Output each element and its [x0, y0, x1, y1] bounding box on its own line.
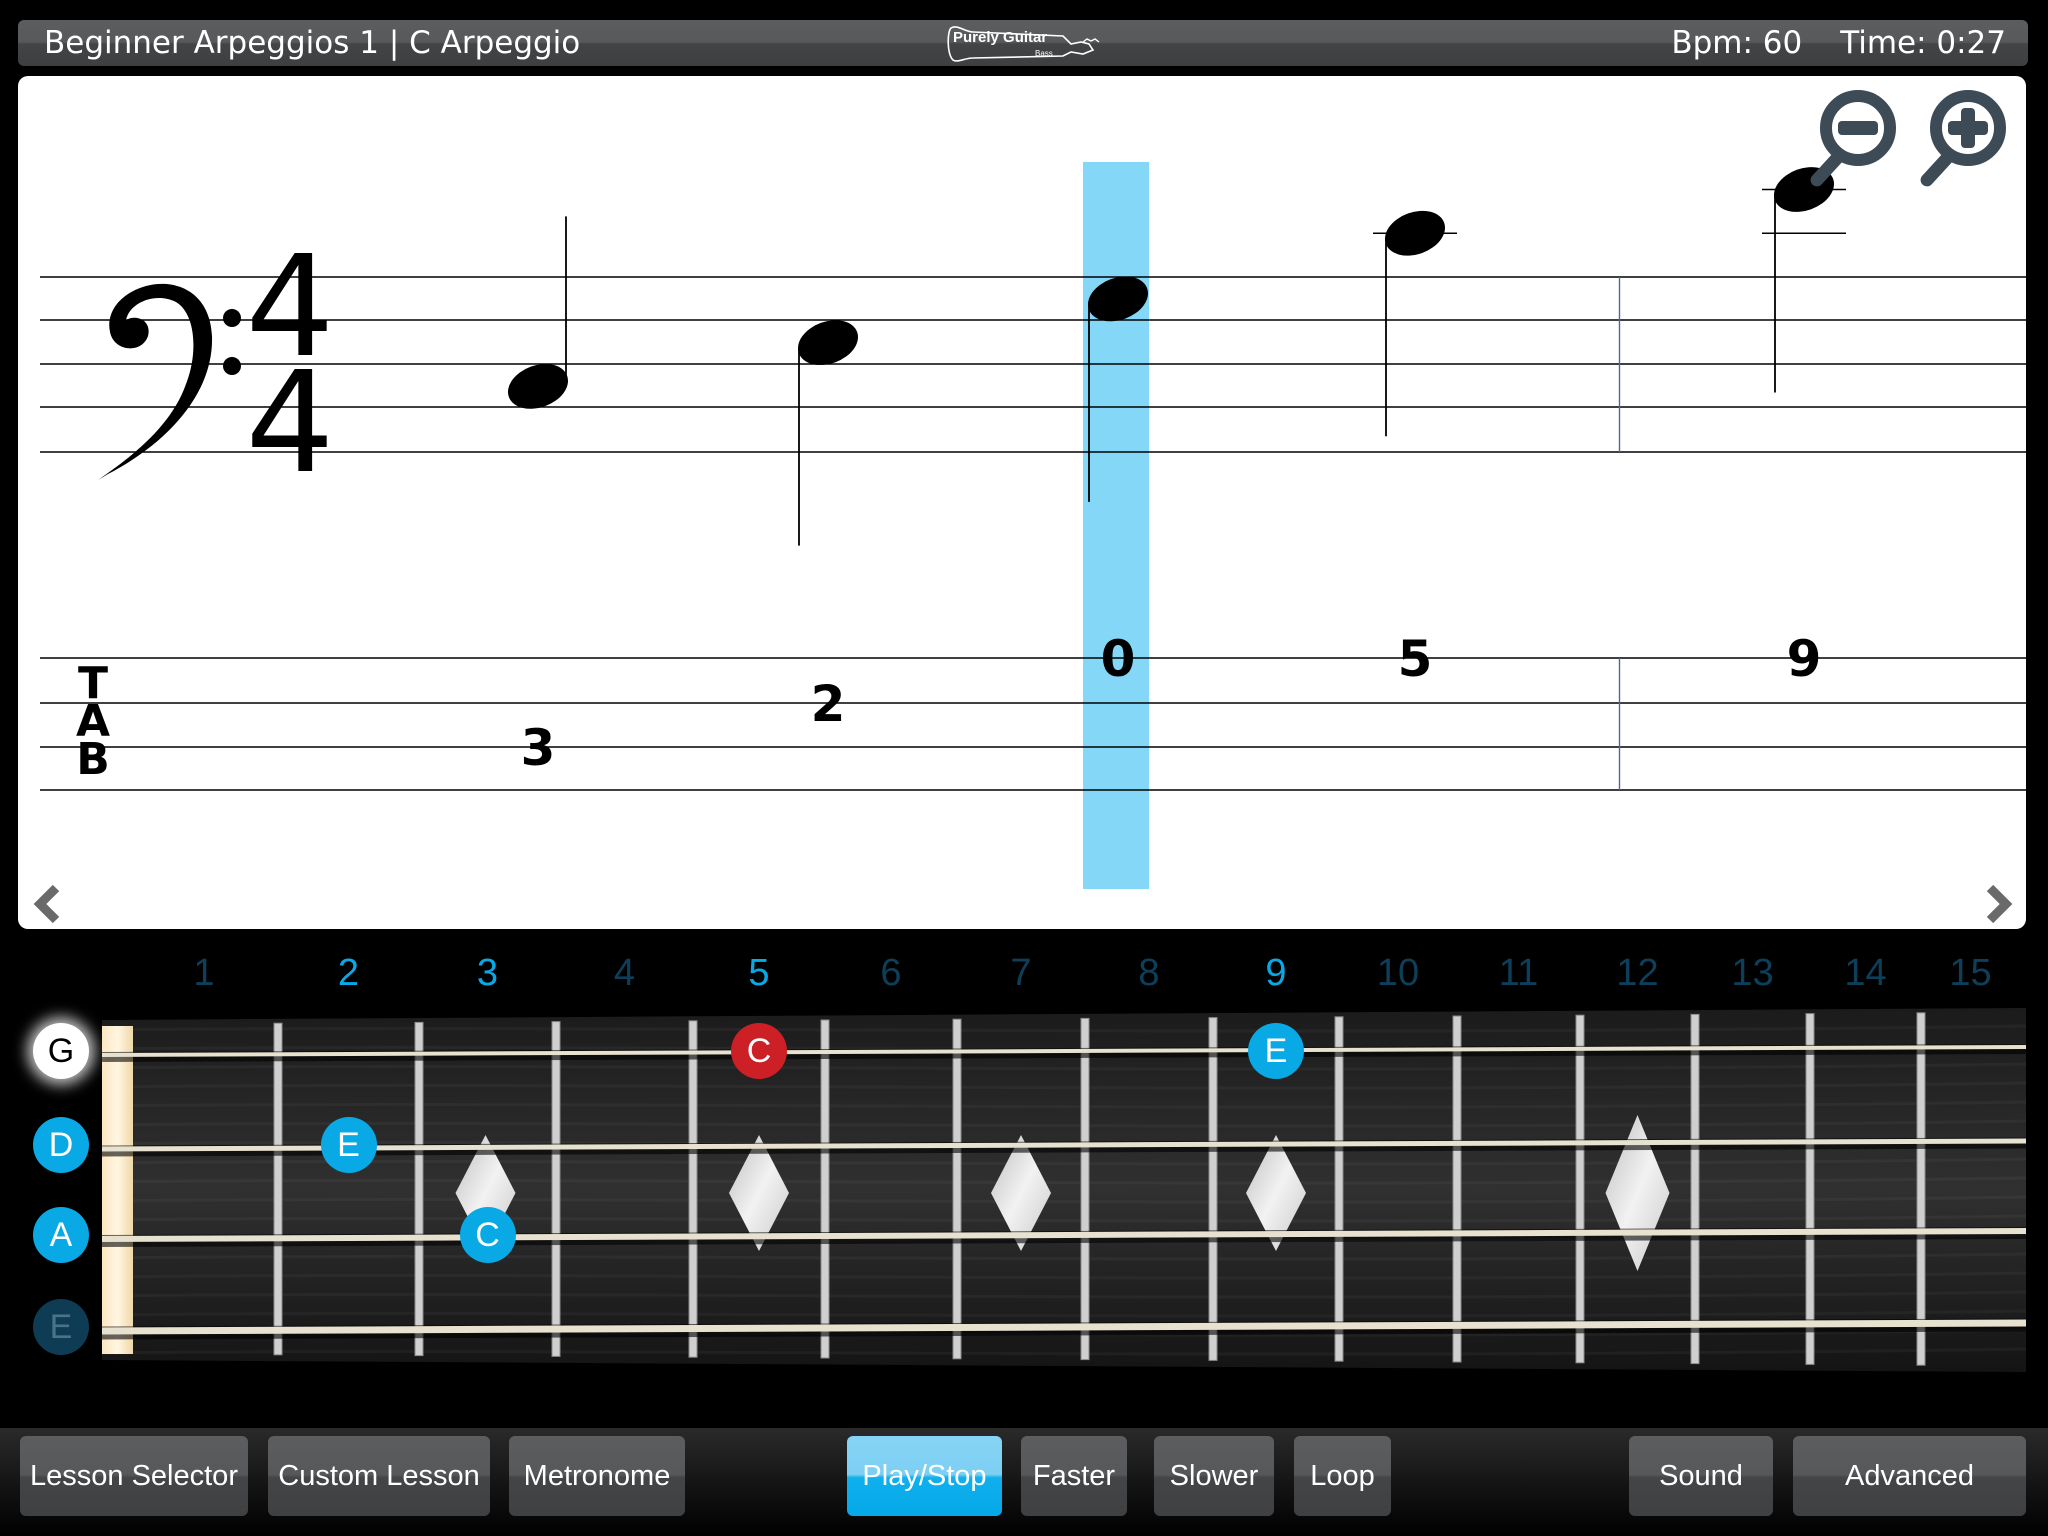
fret-number: 13: [1731, 952, 1774, 994]
zoom-in-button[interactable]: [1910, 86, 2010, 190]
fret-number: 8: [1138, 952, 1160, 994]
sound-label: Sound: [1659, 1459, 1743, 1492]
fretboard-note-E: E: [320, 1117, 377, 1173]
fret-wire: [1575, 1014, 1585, 1364]
advanced-button[interactable]: Advanced: [1793, 1436, 2026, 1516]
fret-number: 14: [1844, 952, 1887, 994]
bottom-toolbar: Lesson Selector Custom Lesson Metronome Pla…: [0, 1428, 2048, 1536]
lesson-selector-button[interactable]: Lesson Selector: [20, 1436, 248, 1516]
note-E4: [1762, 167, 1846, 393]
fret-wire: [1334, 1016, 1344, 1362]
custom-lesson-button[interactable]: Custom Lesson: [268, 1436, 490, 1516]
nut: [102, 1026, 133, 1354]
fret-number: 1: [193, 952, 215, 994]
fretboard-note-E: E: [1248, 1023, 1304, 1079]
logo-subtext: Bass: [1035, 49, 1053, 58]
fretboard-note-C: C: [731, 1023, 787, 1079]
fret-wire: [414, 1021, 424, 1357]
tab-fret-number: 0: [1101, 630, 1136, 688]
faster-label: Faster: [1032, 1459, 1116, 1492]
next-page-button[interactable]: [1980, 884, 2016, 924]
fret-number: 2: [337, 952, 360, 994]
purely-guitar-logo: Purely Guitar Bass: [943, 22, 1113, 64]
tab-fret-number: 3: [521, 719, 556, 777]
fret-wire: [1690, 1013, 1700, 1365]
status-readout: Bpm: 60 Time: 0:27: [1671, 24, 2006, 62]
fret-wire: [551, 1021, 561, 1357]
fretboard-note-C: C: [459, 1207, 516, 1263]
fret-number: 5: [748, 952, 770, 994]
playhead-highlight: [1083, 162, 1149, 889]
fret-number: 9: [1265, 952, 1287, 994]
notation-canvas: 44TAB 320 5 9: [40, 162, 2026, 889]
loop-label: Loop: [1310, 1459, 1375, 1492]
fretboard: GDAECEEC: [0, 1000, 2048, 1380]
metronome-label: Metronome: [523, 1459, 671, 1492]
fret-number: 15: [1949, 952, 1992, 994]
lesson-title: Beginner Arpeggios 1 | C Arpeggio: [44, 25, 581, 61]
fret-wire: [820, 1019, 830, 1359]
string-label-G[interactable]: G: [33, 1023, 89, 1079]
score-panel: 44TAB32059: [18, 76, 2026, 929]
fret-number: 11: [1498, 952, 1539, 994]
zoom-out-button[interactable]: [1800, 86, 1900, 190]
play-stop-button[interactable]: Play/Stop: [847, 1436, 1002, 1516]
fret-number: 10: [1376, 952, 1420, 994]
fret-number: 3: [476, 952, 499, 994]
title-bar: Beginner Arpeggios 1 | C Arpeggio Purely…: [18, 20, 2028, 66]
loop-button[interactable]: Loop: [1294, 1436, 1391, 1516]
string-label-E[interactable]: E: [33, 1299, 89, 1355]
bass-clef-icon: [98, 283, 241, 480]
zoom-in-icon: [1920, 90, 2006, 187]
fret-number: 7: [1010, 952, 1032, 994]
fret-wire: [1452, 1015, 1462, 1363]
tab-clef-letter: B: [76, 734, 110, 785]
fretboard-wood: [102, 1008, 2026, 1372]
time-readout: Time: 0:27: [1840, 25, 2006, 61]
note-C3: [507, 216, 569, 409]
fret-number: 12: [1616, 952, 1659, 994]
fret-number: 6: [880, 952, 902, 994]
logo-text: Purely Guitar: [953, 29, 1048, 46]
tab-fret-number: 2: [811, 675, 846, 733]
metronome-button[interactable]: Metronome: [509, 1436, 685, 1516]
lesson-selector-label: Lesson Selector: [30, 1459, 238, 1492]
slower-button[interactable]: Slower: [1154, 1436, 1274, 1516]
chevron-left-icon: [33, 884, 60, 924]
fret-wire: [273, 1022, 283, 1356]
chevron-right-icon: [1986, 884, 2013, 924]
tab-fret-number: 5: [1398, 630, 1433, 688]
string-label-A[interactable]: A: [33, 1207, 89, 1263]
fret-wire: [952, 1018, 962, 1360]
advanced-label: Advanced: [1845, 1459, 1974, 1492]
note-E3: [797, 320, 859, 546]
zoom-out-icon: [1810, 90, 1896, 187]
faster-button[interactable]: Faster: [1021, 1436, 1127, 1516]
fret-number: 4: [613, 952, 636, 994]
fret-wire: [1208, 1017, 1218, 1361]
fret-wire: [1080, 1017, 1090, 1361]
custom-lesson-label: Custom Lesson: [278, 1459, 480, 1492]
play-stop-label: Play/Stop: [862, 1459, 987, 1492]
slower-label: Slower: [1169, 1459, 1259, 1492]
notehead: [1384, 210, 1446, 256]
fretboard-canvas: [101, 1008, 2027, 1372]
sound-button[interactable]: Sound: [1629, 1436, 1773, 1516]
previous-page-button[interactable]: [30, 884, 66, 924]
time-signature-bottom: 4: [245, 342, 334, 505]
tab-fret-number: 9: [1787, 630, 1822, 688]
fret-wire: [1805, 1013, 1815, 1365]
fret-wire: [688, 1020, 698, 1358]
fret-wire: [1916, 1012, 1926, 1366]
bpm-readout: Bpm: 60: [1671, 25, 1803, 61]
string-label-D[interactable]: D: [33, 1117, 89, 1173]
fret-number-row: 1 2 3 4 5 6 7 8 9 10 11 12 13 14 15: [0, 945, 2048, 1001]
